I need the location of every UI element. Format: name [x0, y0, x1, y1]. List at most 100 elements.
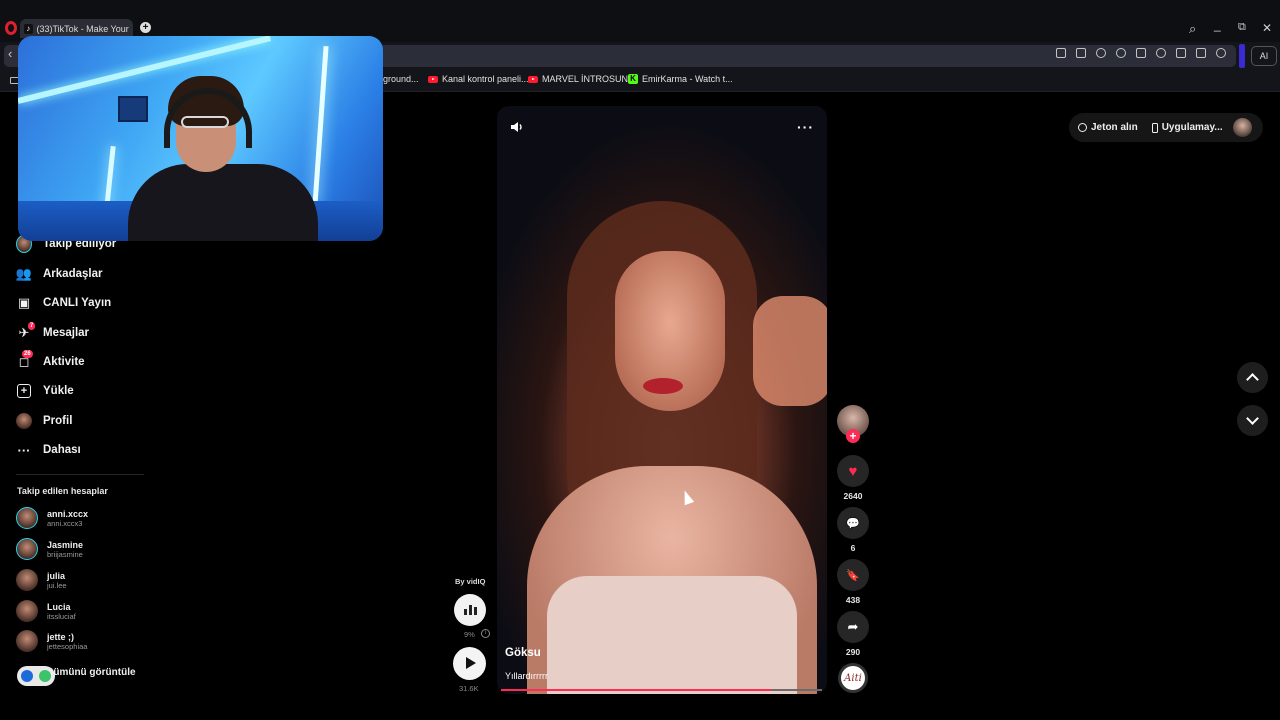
sidebar-item-label: Aktivite — [43, 356, 85, 368]
toolbar-icons — [1056, 48, 1226, 58]
bookmark-label: Kanal kontrol paneli... — [442, 74, 529, 84]
avatar — [16, 507, 38, 529]
share-count: 290 — [845, 647, 861, 657]
bookmark-item[interactable]: MARVEL İNTROSUN... — [528, 74, 636, 84]
new-tab-button[interactable]: + — [140, 22, 151, 33]
ai-button[interactable]: AI — [1251, 46, 1277, 66]
avatar — [16, 569, 38, 591]
video-progress-bar[interactable] — [501, 689, 822, 691]
avatar — [16, 630, 38, 652]
account-name: julia — [47, 570, 66, 581]
tab-title: (33)TikTok - Make Your D... — [36, 23, 129, 34]
like-count: 2640 — [843, 491, 863, 501]
close-window-button[interactable]: ✕ — [1262, 21, 1272, 35]
sidebar-item-live[interactable]: ▣ CANLI Yayın — [16, 295, 111, 311]
back-button[interactable]: ‹ — [8, 46, 12, 61]
vidiq-stats-button[interactable] — [454, 594, 486, 626]
get-coins-label: Jeton alın — [1091, 122, 1138, 133]
video-author[interactable]: Göksu — [505, 647, 541, 659]
account-handle: jui.lee — [47, 580, 67, 590]
bookmark-button[interactable]: 🔖 — [837, 559, 869, 591]
comment-button[interactable]: 💬 — [837, 507, 869, 539]
more-options-button[interactable]: ··· — [797, 119, 814, 135]
shield-icon[interactable] — [1096, 48, 1106, 58]
wall-frame — [118, 96, 148, 122]
avatar — [16, 600, 38, 622]
like-button[interactable]: ♥ — [837, 455, 869, 487]
account-name: Lucia — [47, 601, 71, 612]
coin-icon — [1078, 123, 1087, 132]
list-item[interactable]: anni.xccx anni.xccx3 — [16, 507, 88, 529]
bookmark-item[interactable]: ground... — [383, 74, 419, 84]
avatar[interactable] — [1233, 118, 1252, 137]
video-progress-fill — [501, 689, 771, 691]
next-video-button[interactable] — [1237, 405, 1268, 436]
sidebar-item-label: Arkadaşlar — [43, 268, 103, 280]
minimize-button[interactable]: _ — [1214, 18, 1221, 32]
vidiq-label: By vidIQ — [455, 577, 486, 586]
list-item[interactable]: julia jui.lee — [16, 569, 67, 591]
info-icon[interactable]: i — [481, 629, 490, 638]
list-item[interactable]: jette ;) jettesophiaa — [16, 630, 87, 652]
play-icon[interactable] — [1136, 48, 1146, 58]
heart-icon[interactable] — [1156, 48, 1166, 58]
chevron-down-icon — [1246, 412, 1259, 425]
music-disc-icon[interactable]: Aiti — [838, 663, 868, 693]
sidebar-item-profile[interactable]: Profil — [16, 413, 72, 429]
chevron-up-icon — [1246, 373, 1259, 386]
sidebar-item-activity[interactable]: ◻ 26 Aktivite — [16, 350, 85, 370]
bookmark-icon: 🔖 — [846, 569, 860, 582]
sidebar-item-messages[interactable]: ✈ 7 Mesajlar — [16, 322, 89, 341]
video-frame-hand — [753, 296, 827, 406]
see-all-link[interactable]: tümünü görüntüle — [50, 667, 136, 678]
activity-badge: 26 — [22, 350, 33, 358]
play-button[interactable] — [453, 647, 486, 680]
bookmark-label: EmirKarma - Watch t... — [642, 74, 733, 84]
translate-icon[interactable] — [1116, 48, 1126, 58]
bookmark-item[interactable]: K EmirKarma - Watch t... — [628, 74, 733, 84]
camera-icon[interactable] — [1076, 48, 1086, 58]
plus-glyph: + — [17, 384, 31, 398]
restore-button[interactable]: ⧉ — [1238, 21, 1246, 34]
account-name: jette ;) — [47, 631, 74, 642]
share-icon: ➦ — [847, 619, 859, 634]
list-item[interactable]: Lucia itssluciaf — [16, 600, 76, 622]
messages-badge: 7 — [28, 322, 36, 330]
bookmark-item[interactable]: Kanal kontrol paneli... — [428, 74, 529, 84]
get-app-button[interactable]: Uygulamay... — [1151, 122, 1223, 133]
more-icon: ··· — [17, 442, 31, 458]
opera-logo-icon[interactable] — [5, 21, 17, 35]
profile-icon — [16, 413, 32, 429]
get-app-label: Uygulamay... — [1161, 122, 1223, 133]
sidebar-item-upload[interactable]: + Yükle — [16, 383, 74, 399]
follow-button[interactable]: + — [846, 429, 860, 443]
volume-icon[interactable] — [510, 120, 524, 134]
edit-icon[interactable] — [1056, 48, 1066, 58]
led-strip — [312, 46, 329, 206]
list-item[interactable]: Jasmine briijasmine — [16, 538, 83, 560]
bookmark-label: MARVEL İNTROSUN... — [542, 74, 636, 84]
sidebar-item-friends[interactable]: 👥 Arkadaşlar — [16, 266, 103, 282]
account-icon[interactable] — [1216, 48, 1226, 58]
account-handle: itssluciaf — [47, 611, 76, 621]
video-player[interactable] — [497, 106, 827, 694]
extension-icon — [21, 670, 33, 682]
kick-icon: K — [628, 74, 638, 84]
account-handle: jettesophiaa — [47, 641, 88, 651]
previous-video-button[interactable] — [1237, 362, 1268, 393]
youtube-icon — [528, 75, 538, 83]
sidebar-item-label: CANLI Yayın — [43, 297, 112, 309]
sidebar-divider — [16, 474, 144, 475]
bar-chart-icon — [463, 609, 467, 615]
video-frame-top — [547, 576, 797, 694]
share-button[interactable]: ➦ — [837, 611, 869, 643]
sidebar-item-more[interactable]: ··· Dahası — [16, 442, 81, 458]
download-icon[interactable] — [1176, 48, 1186, 58]
avatar — [16, 413, 32, 429]
activity-icon: ◻ 26 — [16, 350, 33, 370]
profile-chip[interactable] — [1239, 44, 1245, 68]
search-icon[interactable]: ⌕ — [1189, 21, 1196, 37]
get-coins-button[interactable]: Jeton alın — [1078, 122, 1138, 133]
video-frame-lips — [643, 378, 683, 394]
menu-icon[interactable] — [1196, 48, 1206, 58]
